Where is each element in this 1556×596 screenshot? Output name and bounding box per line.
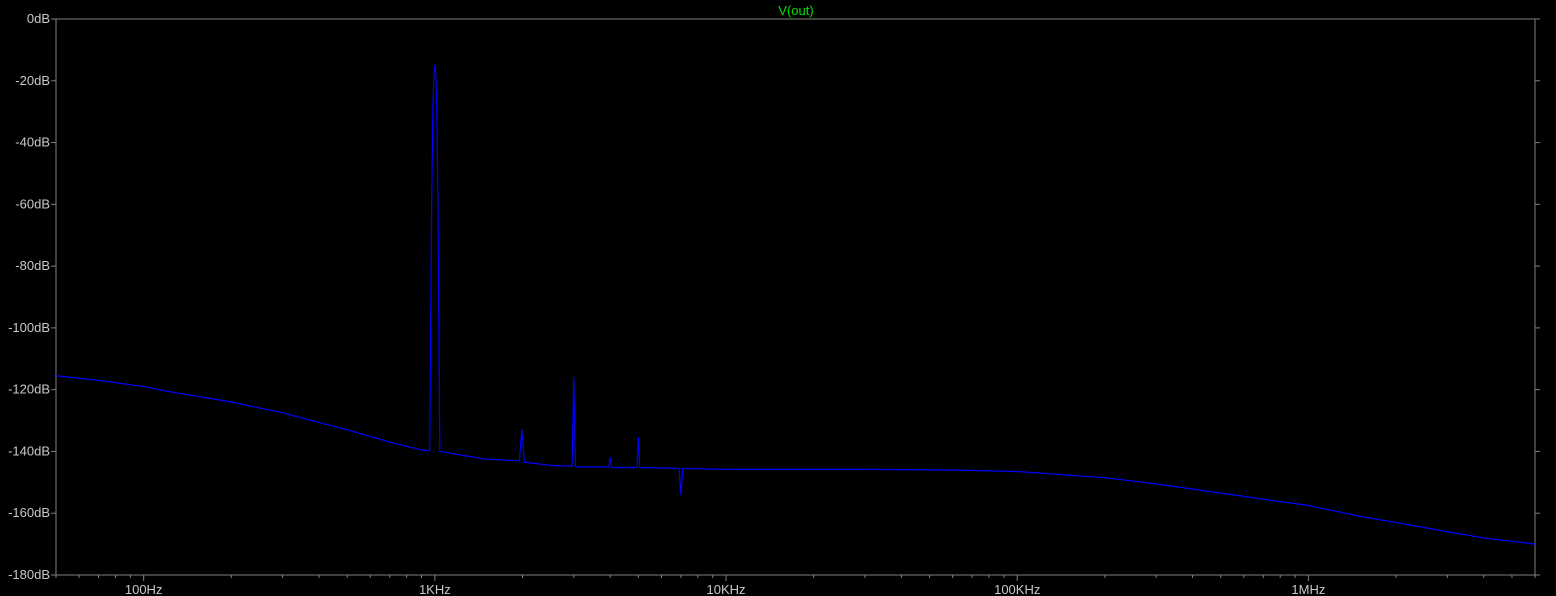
chart-background	[0, 0, 1556, 596]
y-tick-label: -180dB	[8, 567, 50, 582]
y-tick-label: 0dB	[27, 11, 50, 26]
y-tick-label: -120dB	[8, 382, 50, 397]
x-tick-label: 100KHz	[994, 582, 1040, 596]
y-tick-label: -160dB	[8, 505, 50, 520]
x-tick-label: 1KHz	[419, 582, 451, 596]
y-tick-label: -40dB	[15, 135, 50, 150]
x-tick-label: 100Hz	[125, 582, 163, 596]
y-tick-label: -140dB	[8, 443, 50, 458]
y-tick-label: -20dB	[15, 73, 50, 88]
y-tick-label: -100dB	[8, 320, 50, 335]
y-tick-label: -80dB	[15, 258, 50, 273]
x-tick-label: 10KHz	[707, 582, 746, 596]
spectrum-chart: 0dB -20dB -40dB -60dB -80dB -100dB -120dB -140d…	[0, 0, 1556, 596]
x-tick-label: 1MHz	[1291, 582, 1325, 596]
chart-title: V(out)	[778, 3, 813, 18]
y-tick-label: -60dB	[15, 196, 50, 211]
